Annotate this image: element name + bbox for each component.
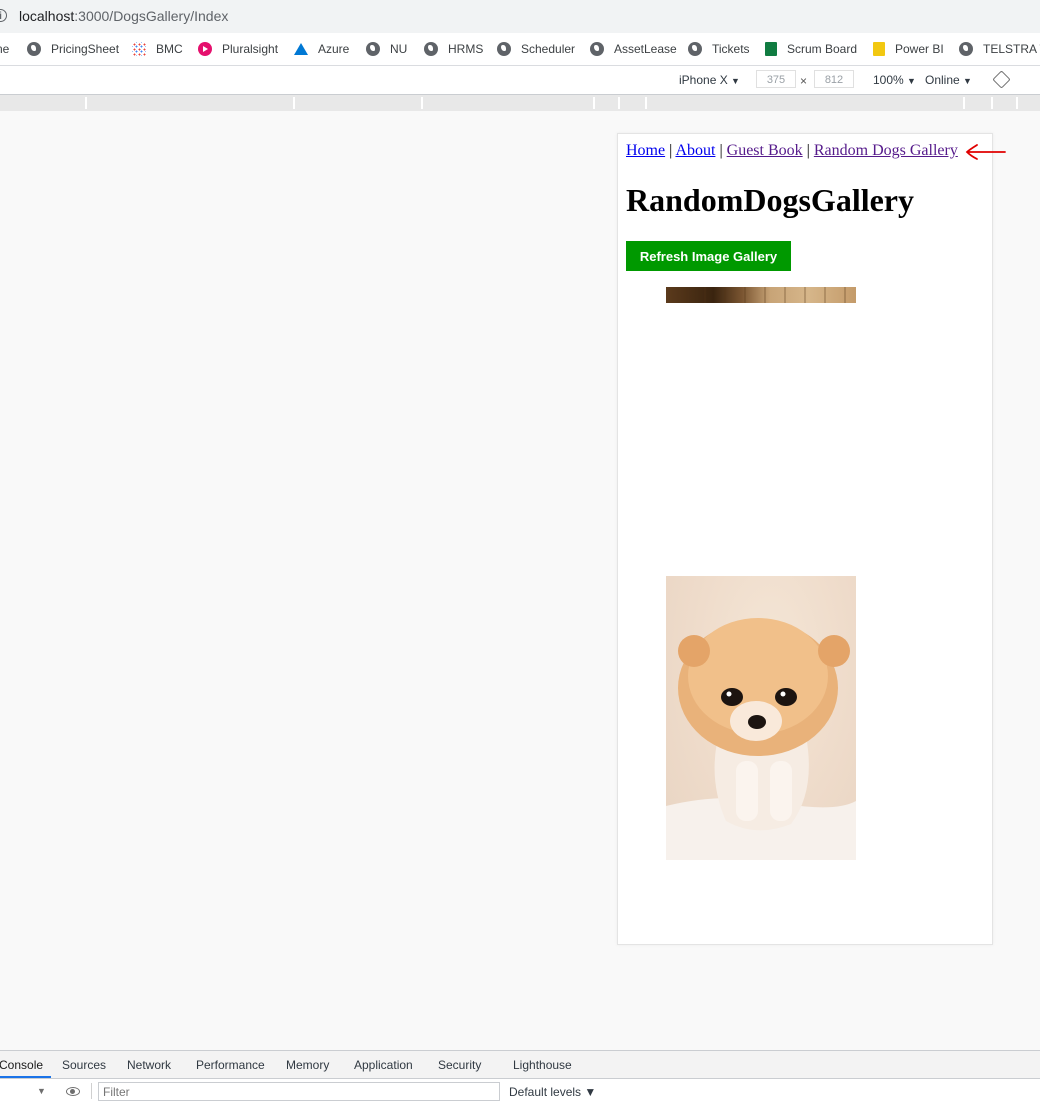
- bmc-dots-icon: [132, 42, 146, 56]
- nav-separator: |: [719, 142, 723, 159]
- bookmark-label: PricingSheet: [51, 42, 120, 56]
- default-levels-dropdown[interactable]: Default levels ▼: [509, 1085, 596, 1099]
- bookmark-tickets[interactable]: Tickets: [688, 40, 750, 58]
- bookmark-label: ne: [0, 42, 10, 56]
- ruler-tick: [1016, 97, 1018, 109]
- tab-application[interactable]: Application: [354, 1058, 413, 1072]
- scrum-board-icon: [765, 42, 777, 56]
- height-input[interactable]: 812: [814, 70, 854, 88]
- bookmark-label: Pluralsight: [222, 42, 279, 56]
- chevron-down-icon: ▼: [963, 76, 972, 86]
- globe-icon: [424, 42, 438, 56]
- nav-about-link[interactable]: About: [675, 142, 715, 159]
- bookmark-label: Scrum Board: [787, 42, 858, 56]
- bookmark-scrum-board[interactable]: Scrum Board: [765, 40, 857, 58]
- times-sign: ×: [800, 74, 808, 88]
- zoom-select[interactable]: 100% ▼: [873, 73, 916, 87]
- bookmark-pluralsight[interactable]: Pluralsight: [198, 40, 278, 58]
- nav-home-link[interactable]: Home: [626, 142, 665, 159]
- bookmark-power-bi[interactable]: Power BI: [873, 40, 944, 58]
- globe-icon: [590, 42, 604, 56]
- nav-gallery-link[interactable]: Random Dogs Gallery: [814, 142, 958, 159]
- bookmark-label: TELSTRA T: [983, 42, 1040, 56]
- active-tab-indicator: [0, 1076, 51, 1078]
- bookmark-nu[interactable]: NU: [366, 40, 407, 58]
- nav-separator: |: [669, 142, 673, 159]
- dog-image-1: [666, 287, 856, 303]
- ruler-tick: [991, 97, 993, 109]
- azure-icon: [294, 42, 308, 56]
- refresh-gallery-button[interactable]: Refresh Image Gallery: [626, 241, 791, 271]
- media-query-ruler[interactable]: [0, 95, 1040, 111]
- bookmark-label: HRMS: [448, 42, 484, 56]
- devtools-panel: Console Sources Network Performance Memo…: [0, 1050, 1040, 1104]
- chevron-down-icon: ▼: [907, 76, 916, 86]
- bookmark-assetlease[interactable]: AssetLease: [590, 40, 677, 58]
- ruler-tick: [645, 97, 647, 109]
- globe-icon: [959, 42, 973, 56]
- bookmark-azure[interactable]: Azure: [294, 40, 349, 58]
- console-filter-bar: ▼ Default levels ▼: [0, 1079, 1040, 1104]
- annotation-arrow-icon: [965, 144, 1006, 160]
- width-input[interactable]: 375: [756, 70, 796, 88]
- bookmarks-bar: ne PricingSheet BMC Pluralsight Azure NU…: [0, 33, 1040, 66]
- bookmark-hrms[interactable]: HRMS: [424, 40, 483, 58]
- url-text[interactable]: localhost:3000/DogsGallery/Index: [19, 8, 228, 24]
- ruler-tick: [85, 97, 87, 109]
- bookmark-partial[interactable]: ne: [0, 40, 9, 58]
- network-select[interactable]: Online ▼: [925, 73, 972, 87]
- bookmark-label: NU: [390, 42, 408, 56]
- network-value: Online: [925, 73, 960, 87]
- bookmark-scheduler[interactable]: Scheduler: [497, 40, 575, 58]
- power-bi-icon: [873, 42, 885, 56]
- globe-icon: [366, 42, 380, 56]
- info-icon[interactable]: i: [0, 9, 7, 22]
- globe-icon: [27, 42, 41, 56]
- zoom-value: 100%: [873, 73, 904, 87]
- devtools-tab-bar: Console Sources Network Performance Memo…: [0, 1051, 1040, 1079]
- tab-lighthouse[interactable]: Lighthouse: [513, 1058, 572, 1072]
- tab-memory[interactable]: Memory: [286, 1058, 329, 1072]
- url-path: :3000/DogsGallery/Index: [74, 8, 229, 24]
- console-filter-input[interactable]: [98, 1082, 500, 1101]
- ruler-tick: [963, 97, 965, 109]
- ruler-tick: [593, 97, 595, 109]
- bookmark-bmc[interactable]: BMC: [132, 40, 183, 58]
- bookmark-label: BMC: [156, 42, 183, 56]
- device-select[interactable]: iPhone X ▼: [679, 73, 740, 87]
- bookmark-label: AssetLease: [614, 42, 677, 56]
- divider: [91, 1083, 92, 1099]
- globe-icon: [497, 42, 511, 56]
- nav-separator: |: [806, 142, 810, 159]
- nav-guestbook-link[interactable]: Guest Book: [727, 142, 803, 159]
- site-nav: Home | About | Guest Book | Random Dogs …: [626, 142, 958, 160]
- bookmark-label: Power BI: [895, 42, 944, 56]
- address-bar[interactable]: i localhost:3000/DogsGallery/Index: [0, 0, 1040, 33]
- tab-performance[interactable]: Performance: [196, 1058, 265, 1072]
- tab-console[interactable]: Console: [0, 1058, 43, 1072]
- page-title: RandomDogsGallery: [626, 182, 914, 218]
- bookmark-label: Scheduler: [521, 42, 576, 56]
- tab-network[interactable]: Network: [127, 1058, 171, 1072]
- bookmark-label: Tickets: [712, 42, 750, 56]
- pluralsight-icon: [198, 42, 212, 56]
- device-viewport: Home | About | Guest Book | Random Dogs …: [617, 133, 993, 945]
- device-toolbar: iPhone X ▼ 375 × 812 100% ▼ Online ▼: [0, 66, 1040, 95]
- url-host: localhost: [19, 8, 75, 24]
- ruler-tick: [293, 97, 295, 109]
- tab-sources[interactable]: Sources: [62, 1058, 106, 1072]
- bookmark-pricingsheet[interactable]: PricingSheet: [27, 40, 119, 58]
- context-dropdown-icon[interactable]: ▼: [37, 1086, 46, 1096]
- ruler-tick: [618, 97, 620, 109]
- device-name: iPhone X: [679, 73, 728, 87]
- ruler-tick: [421, 97, 423, 109]
- dog-image-2: [666, 576, 856, 860]
- eye-icon[interactable]: [66, 1087, 80, 1096]
- tab-security[interactable]: Security: [438, 1058, 481, 1072]
- bookmark-label: Azure: [318, 42, 350, 56]
- bookmark-telstra[interactable]: TELSTRA T: [959, 40, 1040, 58]
- globe-icon: [688, 42, 702, 56]
- chevron-down-icon: ▼: [731, 76, 740, 86]
- pomeranian-puppy-icon: [666, 618, 856, 860]
